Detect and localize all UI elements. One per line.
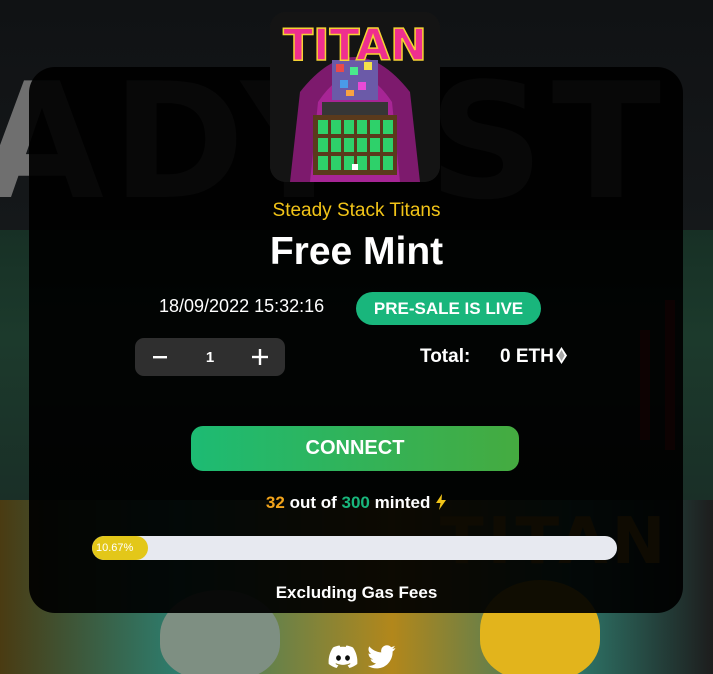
mint-progress-fill: 10.67% (92, 536, 149, 560)
minted-counter: 32 out of 300 minted (0, 493, 713, 515)
status-badge: PRE-SALE IS LIVE (356, 292, 541, 325)
collection-name: Steady Stack Titans (272, 200, 441, 221)
minus-icon (153, 356, 167, 359)
minted-text: minted (374, 493, 431, 512)
minted-count: 32 (265, 493, 285, 512)
titan-logo-image: TITAN (270, 12, 440, 182)
total-label: Total: (420, 346, 471, 367)
ethereum-icon (555, 347, 567, 370)
minted-max: 300 (341, 493, 370, 512)
collection-logo: TITAN (270, 12, 440, 182)
connect-wallet-button[interactable]: CONNECT (191, 426, 519, 471)
svg-text:TITAN: TITAN (283, 20, 427, 71)
twitter-icon[interactable] (367, 645, 396, 674)
mint-timestamp: 18/09/2022 15:32:16 (159, 296, 325, 316)
page-title: Free Mint (269, 230, 444, 273)
decrement-button[interactable] (135, 338, 185, 376)
plus-icon (252, 349, 268, 365)
total-value: 0 ETH (500, 346, 554, 367)
quantity-stepper: 1 (135, 338, 285, 376)
mint-progress-bar: 10.67% (92, 536, 617, 560)
quantity-value[interactable]: 1 (185, 349, 235, 366)
gas-fee-note: Excluding Gas Fees (275, 583, 438, 602)
social-links (328, 645, 396, 674)
increment-button[interactable] (235, 338, 285, 376)
total-price: 0 ETH (500, 346, 567, 370)
lightning-icon (435, 494, 447, 515)
minted-out-of-text: out of (289, 493, 337, 512)
discord-icon[interactable] (328, 645, 358, 674)
